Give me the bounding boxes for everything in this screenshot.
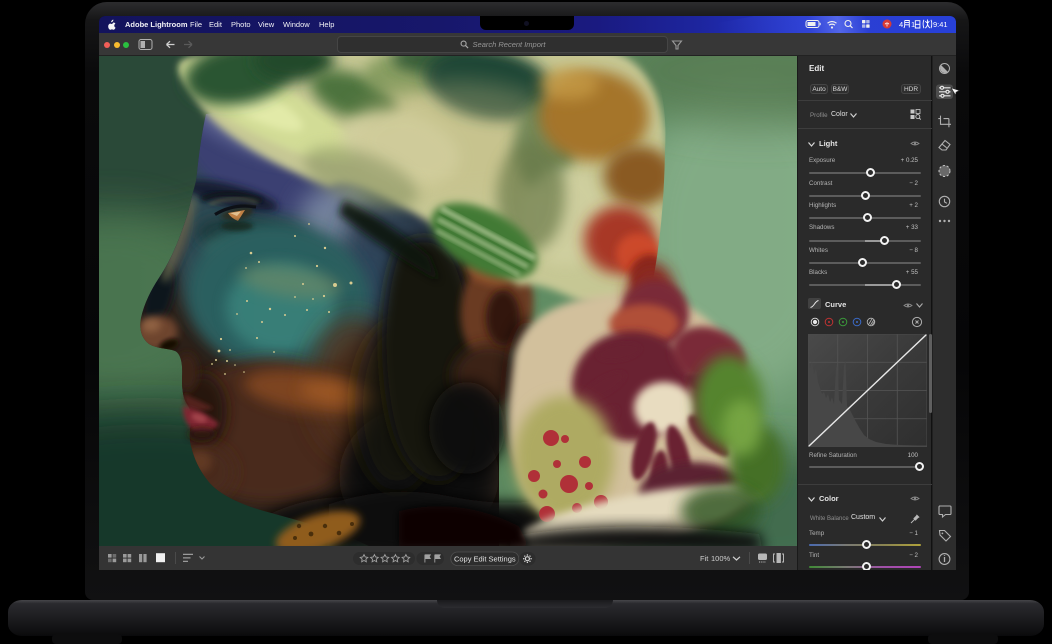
svg-text:100%: 100%	[711, 554, 731, 563]
svg-text:1: 1	[911, 20, 915, 29]
svg-text:4: 4	[899, 20, 903, 29]
svg-text:9:41: 9:41	[933, 20, 948, 29]
svg-text:Copy Edit Settings: Copy Edit Settings	[454, 554, 516, 563]
svg-text:Fit: Fit	[700, 554, 709, 563]
